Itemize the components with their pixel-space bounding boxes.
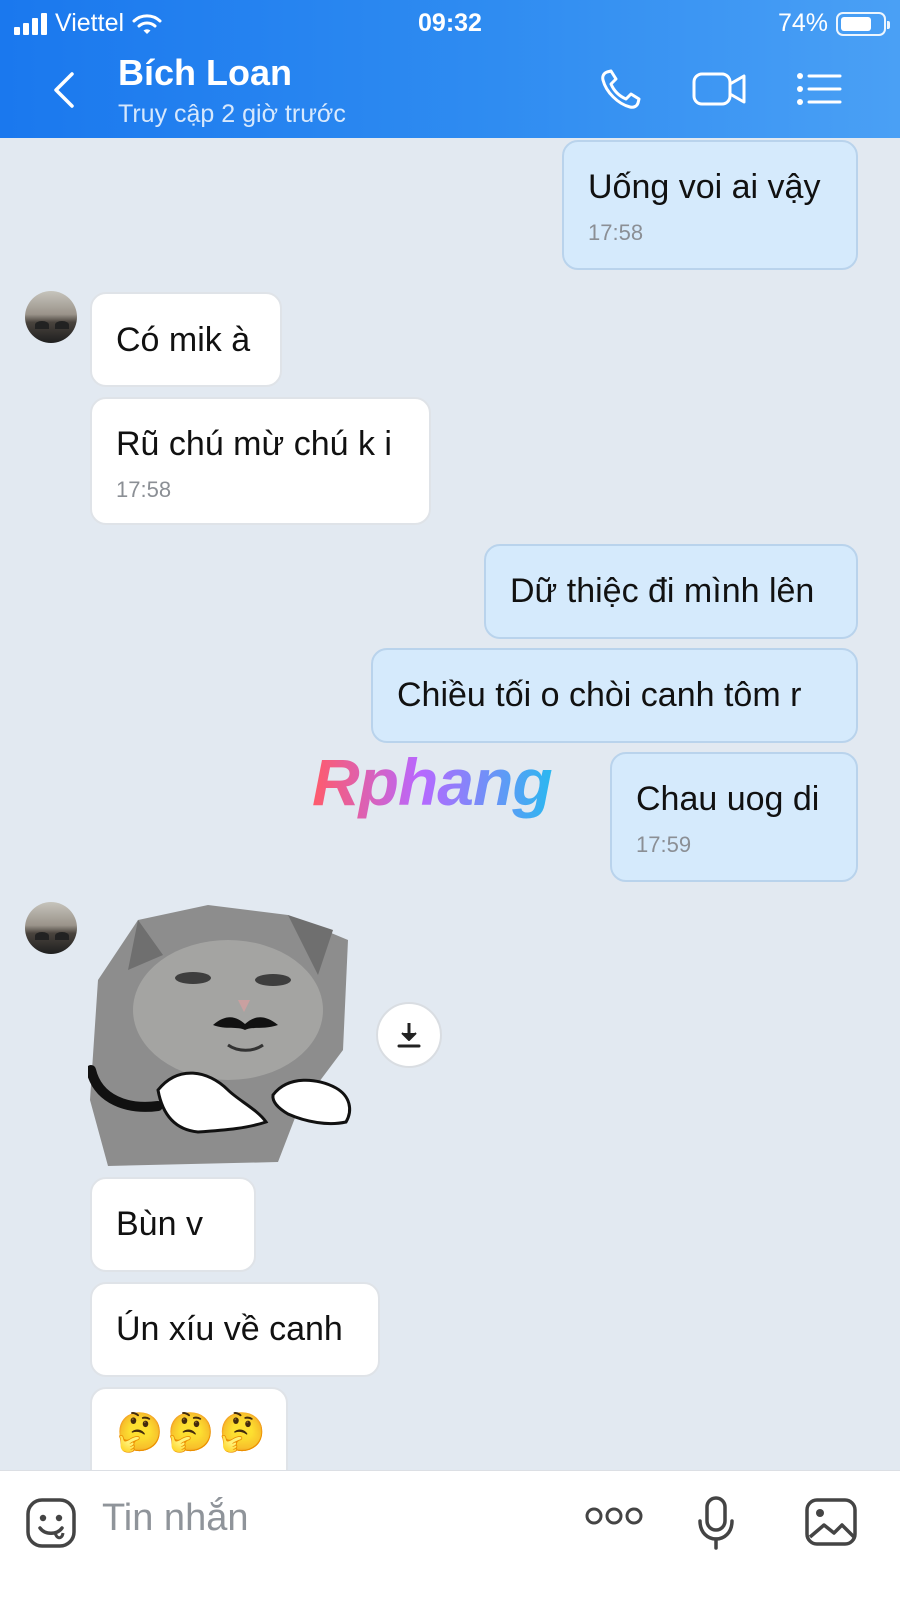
message-input-bar: Tin nhắn xyxy=(0,1470,900,1600)
download-button[interactable] xyxy=(376,1002,442,1068)
cat-sticker-image[interactable] xyxy=(88,900,358,1172)
sticker-face-icon[interactable] xyxy=(25,1497,77,1549)
message-time: 17:58 xyxy=(588,219,644,245)
status-time: 09:32 xyxy=(418,9,482,37)
video-camera-icon[interactable] xyxy=(690,66,748,112)
message-text: Uống voi ai vậy xyxy=(588,168,821,206)
message-text: Có mik à xyxy=(116,321,251,359)
message-text: Ún xíu về canh xyxy=(116,1310,343,1348)
message-incoming[interactable]: Ún xíu về canh xyxy=(90,1282,380,1377)
message-outgoing[interactable]: Chiều tối o chòi canh tôm r xyxy=(371,648,858,743)
watermark-logo: Rphang xyxy=(312,745,553,819)
phone-icon[interactable] xyxy=(598,66,648,112)
chevron-left-icon[interactable] xyxy=(44,68,84,112)
message-text: Chiều tối o chòi canh tôm r xyxy=(397,676,802,714)
battery-percent: 74% xyxy=(777,9,828,37)
microphone-icon[interactable] xyxy=(696,1495,736,1551)
battery-icon xyxy=(836,11,890,36)
message-outgoing[interactable]: Chau uog di 17:59 xyxy=(610,752,858,882)
download-icon xyxy=(397,1023,421,1048)
chat-header: Viettel 09:32 74% Bích Loan Truy cập 2 g… xyxy=(0,0,900,138)
message-incoming[interactable]: Có mik à xyxy=(90,292,282,387)
message-outgoing[interactable]: Uống voi ai vậy 17:58 xyxy=(562,140,858,270)
message-outgoing[interactable]: Dữ thiệc đi mình lên xyxy=(484,544,858,639)
avatar[interactable] xyxy=(25,291,77,343)
image-icon[interactable] xyxy=(804,1497,858,1547)
message-incoming[interactable]: Rũ chú mừ chú k i 17:58 xyxy=(90,397,431,525)
message-incoming[interactable]: Bùn v xyxy=(90,1177,256,1272)
avatar[interactable] xyxy=(25,902,77,954)
message-text: Rũ chú mừ chú k i xyxy=(116,425,392,463)
status-bar: Viettel 09:32 74% xyxy=(0,0,900,44)
message-emoji: 🤔🤔🤔 xyxy=(116,1412,270,1454)
contact-name[interactable]: Bích Loan xyxy=(118,52,292,94)
more-dots-icon[interactable] xyxy=(584,1505,644,1527)
message-time: 17:58 xyxy=(116,476,172,502)
battery-group: 74% xyxy=(777,9,890,38)
message-text: Chau uog di xyxy=(636,780,820,818)
message-time: 17:59 xyxy=(636,831,692,857)
message-text: Dữ thiệc đi mình lên xyxy=(510,572,815,610)
last-seen: Truy cập 2 giờ trước xyxy=(118,100,346,128)
message-input[interactable]: Tin nhắn xyxy=(102,1497,248,1540)
message-text: Bùn v xyxy=(116,1205,203,1243)
menu-list-icon[interactable] xyxy=(794,66,844,112)
